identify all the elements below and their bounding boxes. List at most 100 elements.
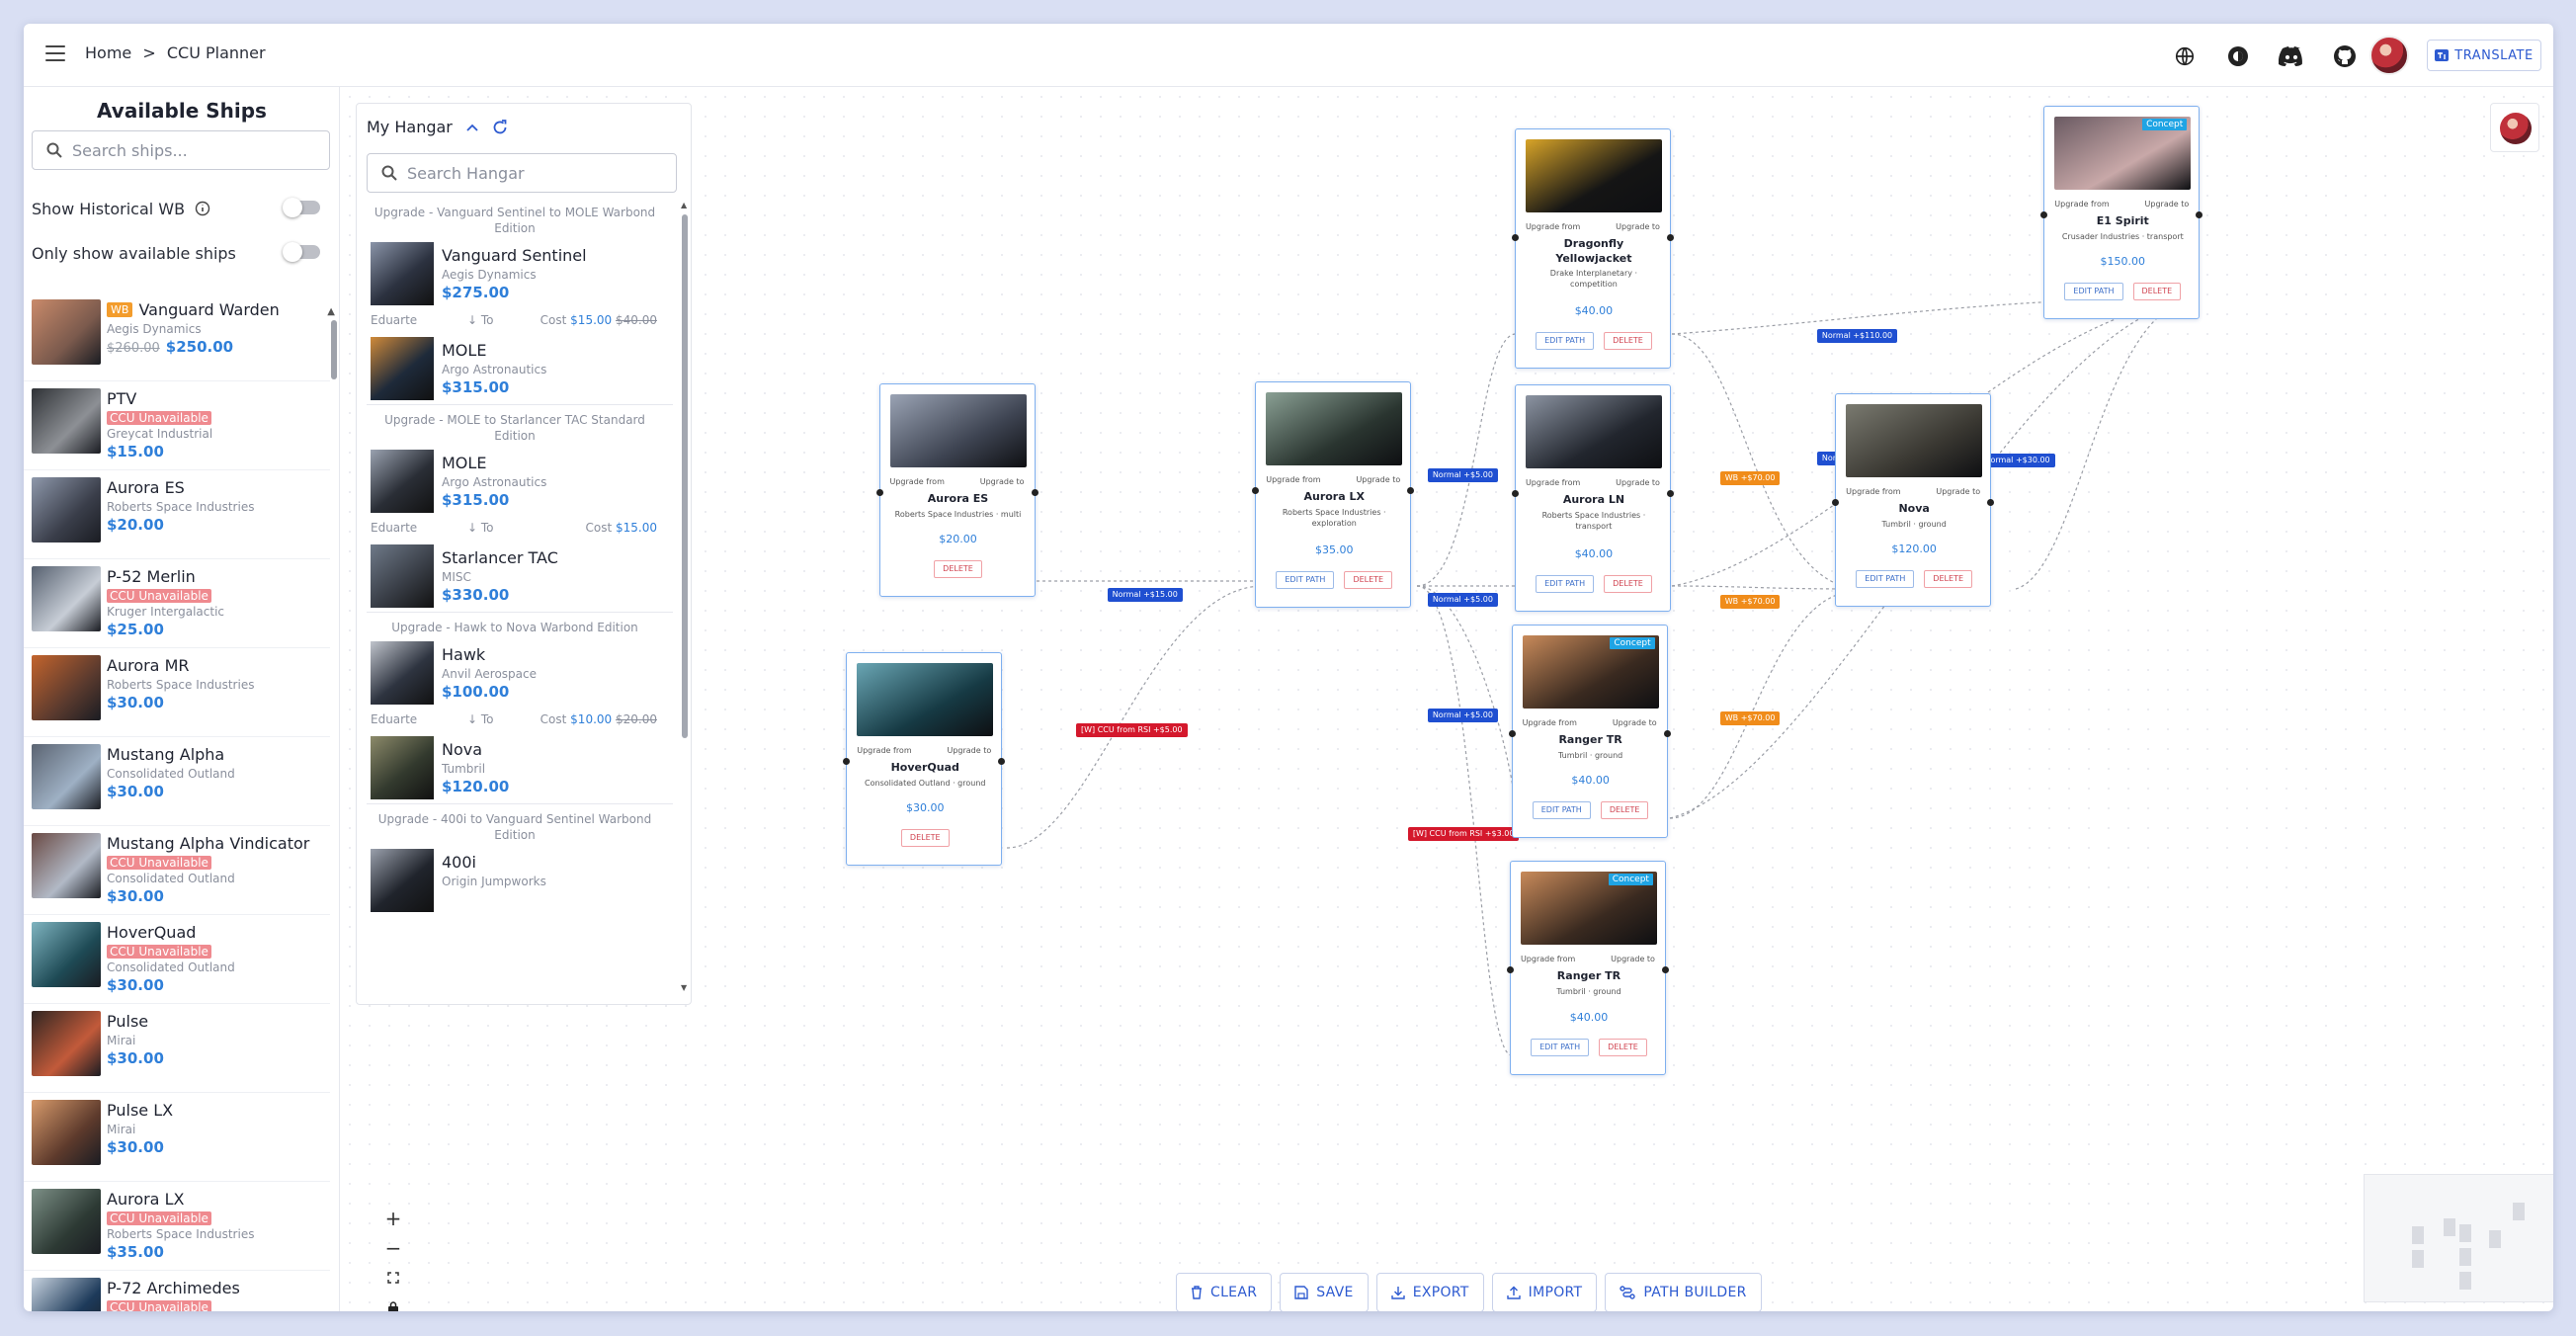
hangar-ship[interactable]: Hawk Anvil Aerospace $100.00 [371, 641, 667, 705]
ship-search-input[interactable] [72, 140, 309, 160]
ship-list-item[interactable]: HoverQuad CCU Unavailable Consolidated Out… [24, 915, 330, 1004]
edge-price-label[interactable]: Normal +$5.00 [1427, 708, 1498, 722]
delete-node-button[interactable]: DELETE [2132, 282, 2182, 300]
path-builder-button[interactable]: PATH BUILDER [1605, 1273, 1762, 1311]
edge-price-label[interactable]: Normal +$5.00 [1427, 593, 1498, 608]
delete-node-button[interactable]: DELETE [934, 559, 982, 578]
hangar-ship[interactable]: Nova Tumbril $120.00 [371, 736, 667, 799]
ship-name-text: Vanguard Warden [138, 300, 280, 319]
chevron-up-icon[interactable] [466, 124, 478, 131]
delete-node-button[interactable]: DELETE [1604, 331, 1652, 350]
delete-node-button[interactable]: DELETE [1604, 574, 1652, 593]
edit-path-button[interactable]: EDIT PATH [1856, 569, 1915, 588]
minimap[interactable] [2364, 1174, 2553, 1302]
input-handle[interactable] [1511, 233, 1519, 241]
ship-node-nova[interactable]: Upgrade from Upgrade to Nova Tumbril · grou… [1832, 392, 1995, 607]
clear-button[interactable]: CLEAR [1176, 1273, 1273, 1311]
globe-icon[interactable] [2170, 42, 2200, 71]
edge-price-label[interactable]: Normal +$15.00 [1107, 588, 1183, 603]
edge-price-label[interactable]: WB +$70.00 [1719, 711, 1781, 726]
output-handle[interactable] [1031, 488, 1039, 496]
translate-button[interactable]: TRANSLATE [2427, 40, 2541, 71]
info-icon[interactable] [195, 201, 210, 216]
delete-node-button[interactable]: DELETE [1600, 801, 1649, 820]
scroll-up-icon[interactable]: ▲ [681, 201, 687, 209]
ship-list-item[interactable]: P-72 ArchimedesCCU UnavailableKruger Int… [24, 1271, 330, 1311]
output-handle[interactable] [1666, 233, 1674, 241]
menu-icon[interactable] [45, 45, 65, 61]
ship-node-dragonfly[interactable]: Upgrade from Upgrade to Dragonfly Yellowja… [1511, 127, 1674, 369]
export-button[interactable]: EXPORT [1375, 1273, 1484, 1311]
delete-node-button[interactable]: DELETE [1344, 571, 1393, 590]
input-handle[interactable] [1508, 730, 1516, 738]
refresh-icon[interactable] [492, 119, 508, 135]
hangar-ship-manufacturer: Tumbril [442, 762, 486, 776]
output-handle[interactable] [2196, 210, 2203, 218]
hangar-ship[interactable]: Starlancer TAC MISC $330.00 [371, 544, 667, 608]
import-button[interactable]: IMPORT [1491, 1273, 1598, 1311]
hangar-scrollbar[interactable]: ▲ ▼ [681, 201, 689, 993]
edit-path-button[interactable]: EDIT PATH [2064, 282, 2123, 300]
historical-wb-toggle[interactable] [283, 198, 320, 217]
edit-path-button[interactable]: EDIT PATH [1532, 801, 1591, 820]
ship-node-ranger-tr-2[interactable]: Concept Upgrade from Upgrade to Ranger TR Tu… [1506, 861, 1669, 1075]
scroll-up-icon[interactable]: ▲ [327, 306, 335, 317]
ship-node-aurora-es[interactable]: Upgrade from Upgrade to Aurora ES Roberts S… [875, 382, 1039, 597]
edge-price-label[interactable]: Normal +$5.00 [1427, 468, 1498, 483]
edit-path-button[interactable]: EDIT PATH [1536, 331, 1595, 350]
user-avatar[interactable] [2369, 36, 2409, 75]
ship-node-aurora-ln[interactable]: Upgrade from Upgrade to Aurora LN Roberts S… [1511, 384, 1674, 612]
ship-list-item[interactable]: Pulse Mirai $30.00 [24, 1004, 330, 1093]
delete-node-button[interactable]: DELETE [1924, 569, 1973, 588]
ship-list-item[interactable]: WB Vanguard Warden Aegis Dynamics $260.00 $2… [24, 292, 330, 381]
hangar-ship[interactable]: Vanguard Sentinel Aegis Dynamics $275.00 [371, 242, 667, 305]
discord-icon[interactable] [2277, 42, 2306, 71]
hangar-ship[interactable]: MOLE Argo Astronautics $315.00 [371, 337, 667, 400]
delete-node-button[interactable]: DELETE [900, 829, 950, 848]
ship-list-scrollbar[interactable] [331, 320, 337, 379]
ship-list-item[interactable]: P-52 Merlin CCU Unavailable Kruger Interga… [24, 559, 330, 648]
zoom-in-button[interactable]: + [379, 1204, 407, 1233]
edge-price-label[interactable]: [W] CCU from RSI +$3.00 [1407, 826, 1520, 841]
breadcrumb-home[interactable]: Home [85, 43, 131, 62]
input-handle[interactable] [1832, 498, 1840, 506]
edit-path-button[interactable]: EDIT PATH [1276, 571, 1335, 590]
output-handle[interactable] [1663, 730, 1671, 738]
input-handle[interactable] [2040, 210, 2048, 218]
ship-list-item[interactable]: Pulse LX Mirai $30.00 [24, 1093, 330, 1182]
ship-list-item[interactable]: Aurora MR Roberts Space Industries $30.00 [24, 648, 330, 737]
input-handle[interactable] [875, 488, 883, 496]
edge-price-label[interactable]: [W] CCU from RSI +$5.00 [1076, 722, 1188, 737]
ship-node-aurora-lx[interactable]: Upgrade from Upgrade to Aurora LX Roberts S… [1252, 380, 1415, 609]
fit-view-button[interactable] [379, 1263, 407, 1293]
hangar-ship[interactable]: MOLE Argo Astronautics $315.00 [371, 450, 667, 513]
delete-node-button[interactable]: DELETE [1599, 1038, 1647, 1056]
ship-list-item[interactable]: Mustang Alpha Consolidated Outland $30.00 [24, 737, 330, 826]
hangar-search-input[interactable] [407, 163, 644, 183]
ship-node-price: $20.00 [939, 532, 977, 545]
output-handle[interactable] [1987, 498, 1995, 506]
ship-node-ranger-tr-1[interactable]: Concept Upgrade from Upgrade to Ranger TR Tu… [1508, 625, 1671, 839]
hangar-search[interactable] [367, 153, 677, 193]
ship-search[interactable] [32, 130, 330, 170]
edge-price-label[interactable]: WB +$70.00 [1719, 471, 1781, 486]
hangar-ship[interactable]: 400i Origin Jumpworks [371, 849, 667, 912]
zoom-out-button[interactable]: − [379, 1233, 407, 1263]
ship-node-e1-spirit[interactable]: Concept Upgrade from Upgrade to E1 Spirit Cr… [2040, 105, 2203, 319]
ship-list-item[interactable]: Mustang Alpha Vindicator CCU Unavailable C… [24, 826, 330, 915]
theme-toggle-icon[interactable] [2223, 42, 2253, 71]
edit-path-button[interactable]: EDIT PATH [1531, 1038, 1590, 1056]
ship-list-item[interactable]: Aurora ES Roberts Space Industries $20.00 [24, 470, 330, 559]
ship-node-hoverquad[interactable]: Upgrade from Upgrade to HoverQuad Consolida… [843, 652, 1006, 867]
edge-price-label[interactable]: Normal +$110.00 [1816, 328, 1898, 343]
edge-price-label[interactable]: WB +$70.00 [1719, 595, 1781, 610]
github-icon[interactable] [2330, 42, 2360, 71]
lock-button[interactable] [379, 1293, 407, 1311]
available-only-toggle[interactable] [283, 242, 320, 262]
scroll-down-icon[interactable]: ▼ [681, 983, 687, 992]
ship-list-item[interactable]: Aurora LX CCU Unavailable Roberts Space In… [24, 1182, 330, 1271]
ship-list-item[interactable]: PTV CCU Unavailable Greycat Industrial $15.… [24, 381, 330, 470]
save-button[interactable]: SAVE [1280, 1273, 1369, 1311]
canvas-user-avatar[interactable] [2490, 103, 2539, 152]
edit-path-button[interactable]: EDIT PATH [1536, 574, 1595, 593]
